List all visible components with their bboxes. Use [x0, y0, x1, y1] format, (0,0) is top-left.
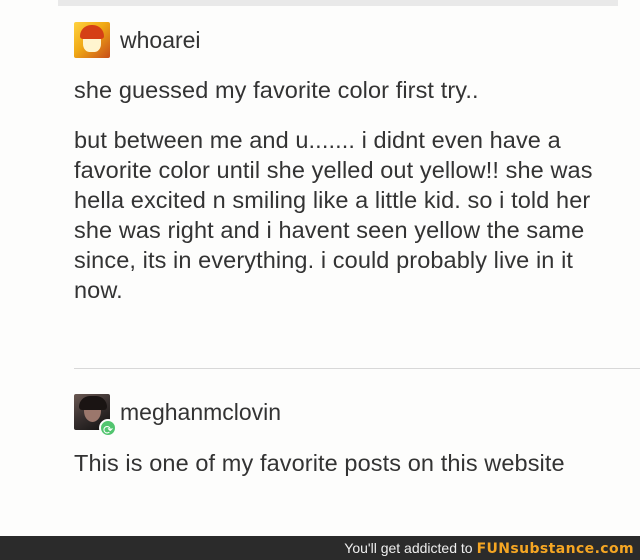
reply-body: This is one of my favorite posts on this… [74, 450, 565, 476]
footer-brand[interactable]: FUNsubstance.com [477, 541, 634, 557]
top-rule [58, 0, 618, 6]
post-body: she guessed my favorite color first try.… [74, 75, 614, 305]
footer-brand-text[interactable]: FUNsubstance.com [477, 541, 634, 557]
original-post: whoarei she guessed my favorite color fi… [74, 20, 614, 305]
reply-post: meghanmclovin This is one of my favorite… [74, 392, 614, 478]
post-divider [74, 368, 640, 369]
post-paragraph-2: but between me and u....... i didnt even… [74, 127, 593, 303]
screenshot-frame: whoarei she guessed my favorite color fi… [0, 0, 640, 536]
username-meghanmclovin[interactable]: meghanmclovin [120, 400, 281, 424]
post-header: meghanmclovin [74, 392, 614, 432]
site-footer: You'll get addicted to FUNsubstance.com [0, 536, 640, 560]
footer-prefix: You'll get addicted to [344, 540, 473, 556]
user-avatar-icon[interactable] [74, 22, 110, 58]
username-whoarei[interactable]: whoarei [120, 28, 201, 52]
post-paragraph-1: she guessed my favorite color first try.… [74, 77, 479, 103]
reblog-icon: ⟳ [99, 419, 117, 437]
footer-caption: You'll get addicted to FUNsubstance.com [344, 540, 634, 557]
post-header: whoarei [74, 20, 614, 60]
